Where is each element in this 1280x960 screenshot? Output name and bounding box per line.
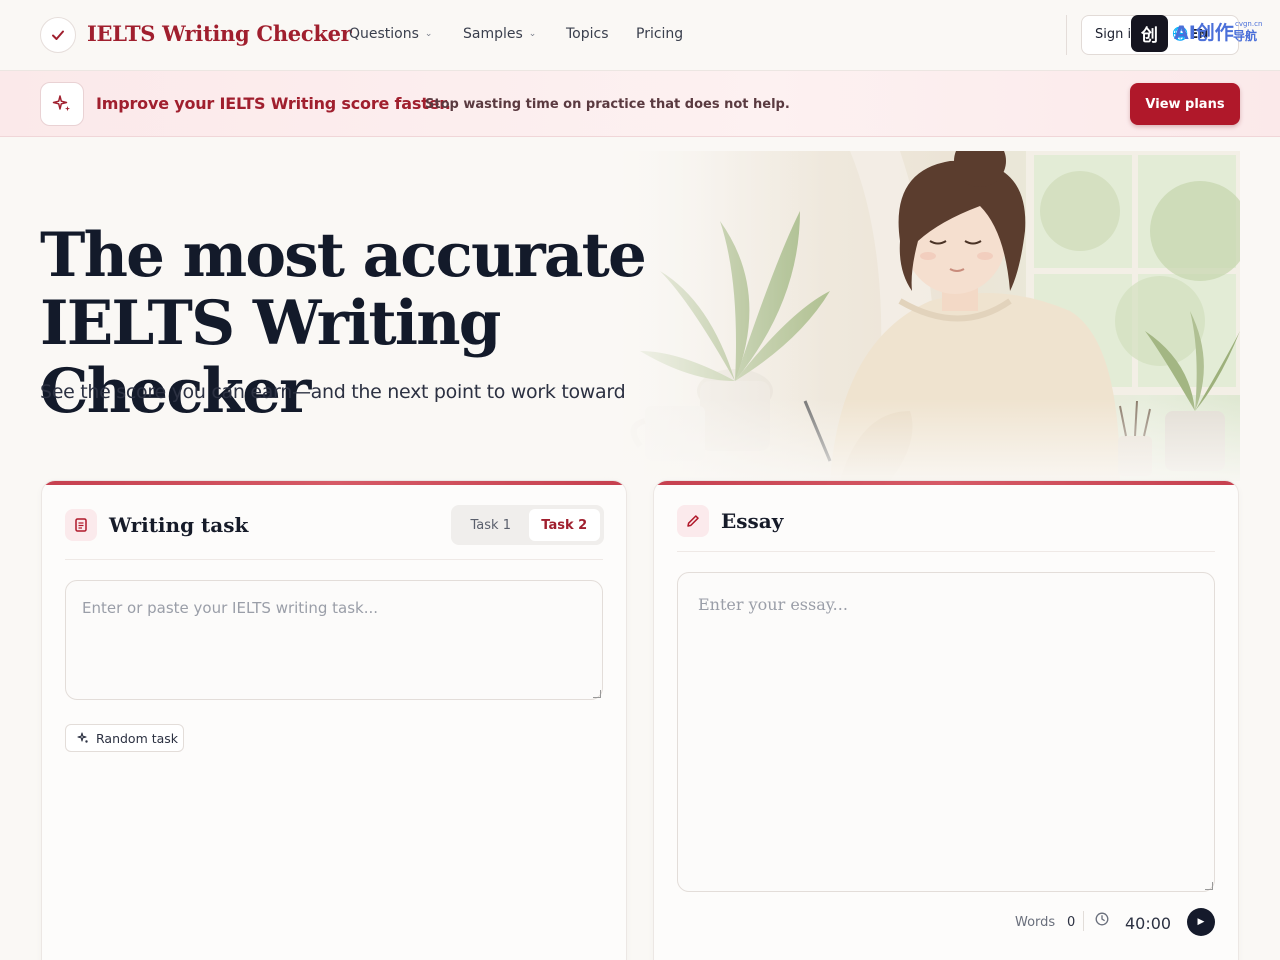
card-divider bbox=[677, 551, 1215, 552]
nav-questions[interactable]: Questions ⌄ bbox=[349, 26, 432, 42]
document-icon bbox=[65, 509, 97, 541]
promo-title: Improve your IELTS Writing score faster. bbox=[96, 94, 451, 113]
header-divider bbox=[1066, 15, 1067, 55]
essay-card: Essay Enter your essay... Words 0 40:00 … bbox=[653, 480, 1239, 960]
hero-title-line2: IELTS Writing Checker bbox=[40, 288, 501, 427]
sparkle-icon bbox=[77, 732, 88, 743]
resize-handle-icon[interactable] bbox=[1205, 882, 1213, 890]
start-timer-button[interactable]: ▶ bbox=[1187, 908, 1215, 936]
logo-text[interactable]: IELTS Writing Checker bbox=[87, 21, 352, 46]
promo-banner: Improve your IELTS Writing score faster.… bbox=[0, 71, 1280, 137]
nav-topics-label: Topics bbox=[566, 26, 609, 42]
play-icon: ▶ bbox=[1197, 917, 1205, 927]
chevron-down-icon: ⌄ bbox=[424, 29, 433, 39]
writing-task-card: Writing task Task 1 Task 2 Enter or past… bbox=[41, 480, 627, 960]
watermark-text: AI创作 bbox=[1174, 22, 1234, 44]
logo-check-icon[interactable] bbox=[40, 17, 76, 53]
card-divider bbox=[65, 559, 603, 560]
essay-input[interactable]: Enter your essay... bbox=[677, 572, 1215, 892]
random-task-button[interactable]: Random task bbox=[65, 724, 184, 752]
word-count-label: Words bbox=[1015, 915, 1056, 930]
tab-task-1[interactable]: Task 1 bbox=[455, 509, 527, 541]
random-task-label: Random task bbox=[96, 730, 179, 746]
chevron-down-icon: ⌄ bbox=[528, 29, 537, 39]
clock-icon bbox=[1095, 912, 1109, 930]
footer-divider bbox=[1083, 911, 1084, 931]
pencil-icon bbox=[677, 505, 709, 537]
top-header: IELTS Writing Checker Questions ⌄ Sample… bbox=[0, 0, 1280, 71]
nav-topics[interactable]: Topics bbox=[566, 26, 609, 42]
nav-pricing-label: Pricing bbox=[636, 26, 684, 42]
hero-subtitle: See the score you can earn—and the next … bbox=[40, 381, 626, 403]
watermark-logo-icon: 创 bbox=[1131, 15, 1168, 52]
nav-pricing[interactable]: Pricing bbox=[636, 26, 683, 42]
writing-task-input[interactable]: Enter or paste your IELTS writing task..… bbox=[65, 580, 603, 700]
watermark-sub-text: 导航 bbox=[1233, 29, 1258, 43]
task-type-toggle: Task 1 Task 2 bbox=[451, 505, 604, 545]
view-plans-button[interactable]: View plans bbox=[1130, 83, 1240, 125]
resize-handle-icon[interactable] bbox=[593, 690, 601, 698]
writing-task-title: Writing task bbox=[109, 513, 249, 537]
tab-task-2[interactable]: Task 2 bbox=[528, 509, 600, 541]
hero-title-line1: The most accurate bbox=[40, 220, 647, 291]
nav-samples[interactable]: Samples ⌄ bbox=[463, 26, 536, 42]
promo-subtitle: Stop wasting time on practice that does … bbox=[425, 97, 790, 112]
timer-display: 40:00 bbox=[1125, 914, 1172, 933]
sparkle-icon bbox=[40, 82, 84, 126]
word-count-value: 0 bbox=[1067, 915, 1076, 930]
nav-samples-label: Samples bbox=[463, 26, 523, 42]
essay-title: Essay bbox=[721, 509, 784, 533]
nav-questions-label: Questions bbox=[349, 26, 419, 42]
